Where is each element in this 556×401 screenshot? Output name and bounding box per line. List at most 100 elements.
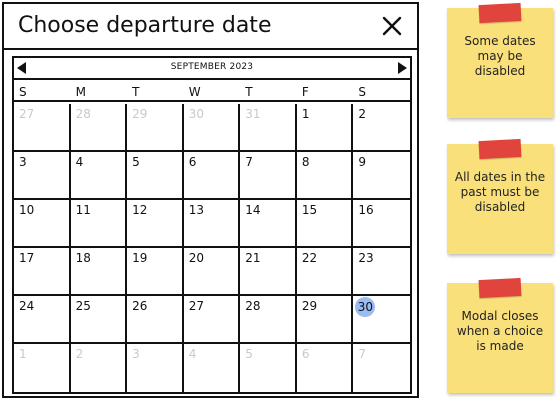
day-cell[interactable]: 14 <box>240 200 297 248</box>
day-cell[interactable]: 22 <box>296 248 354 296</box>
day-cell-disabled: 30 <box>183 104 241 152</box>
day-number: 20 <box>188 251 204 265</box>
day-cell[interactable]: 15 <box>296 200 354 248</box>
day-number: 12 <box>132 203 148 217</box>
day-number: 27 <box>188 299 204 313</box>
day-cell[interactable]: 7 <box>240 152 297 200</box>
day-cell-selected[interactable]: 30 <box>353 296 410 344</box>
weekday-label: S <box>358 85 367 99</box>
day-number: 31 <box>245 107 261 121</box>
day-number: 22 <box>301 251 318 265</box>
day-number: 30 <box>188 107 204 121</box>
day-cell-disabled: 6 <box>297 344 354 392</box>
day-number: 3 <box>132 347 140 361</box>
day-cell[interactable]: 23 <box>353 248 410 296</box>
day-number: 27 <box>19 107 35 121</box>
tape-decoration <box>478 2 522 24</box>
day-number: 26 <box>132 299 148 313</box>
day-cell[interactable]: 18 <box>70 248 128 296</box>
day-cell[interactable]: 26 <box>127 296 184 344</box>
calendar-nav: SEPTEMBER 2023 <box>14 58 410 80</box>
day-number: 4 <box>75 155 84 169</box>
note-text: Some dates may be disabled <box>464 34 536 78</box>
day-cell-disabled: 5 <box>240 344 297 392</box>
day-cell[interactable]: 19 <box>127 248 184 296</box>
day-cell-disabled: 4 <box>184 344 241 392</box>
day-cell-disabled: 1 <box>14 344 71 392</box>
day-cell[interactable]: 27 <box>183 296 241 344</box>
day-cell-disabled: 29 <box>127 104 184 152</box>
weekday-label: F <box>301 85 309 99</box>
day-cell-disabled: 31 <box>240 104 297 152</box>
day-number: 23 <box>358 251 374 265</box>
weekday-header: S M T W T F S <box>14 82 410 102</box>
day-cell[interactable]: 28 <box>240 296 297 344</box>
day-number: 6 <box>188 155 197 169</box>
day-cell[interactable]: 29 <box>296 296 354 344</box>
day-number: 9 <box>358 155 367 169</box>
triangle-right-icon[interactable] <box>398 62 407 74</box>
day-number: 7 <box>245 155 253 169</box>
day-cell[interactable]: 3 <box>14 152 71 200</box>
month-label: SEPTEMBER 2023 <box>170 62 254 72</box>
sticky-note: Modal closes when a choice is made <box>447 277 553 393</box>
day-number: 15 <box>301 203 318 217</box>
day-number: 11 <box>75 203 91 217</box>
day-number: 24 <box>19 299 35 313</box>
day-number: 28 <box>245 299 261 313</box>
day-cell[interactable]: 12 <box>127 200 184 248</box>
day-number: 18 <box>75 251 91 265</box>
day-cell-disabled: 27 <box>14 104 71 152</box>
day-number: 5 <box>245 347 253 361</box>
day-cell[interactable]: 13 <box>183 200 241 248</box>
day-number: 10 <box>19 203 35 217</box>
day-number: 29 <box>301 299 318 313</box>
day-cell[interactable]: 5 <box>127 152 184 200</box>
modal-title: Choose departure date <box>18 13 272 38</box>
sticky-note: Some dates may be disabled <box>447 2 553 118</box>
day-number: 17 <box>19 251 35 265</box>
day-number: 2 <box>75 347 84 361</box>
day-number: 16 <box>358 203 374 217</box>
modal-header: Choose departure date <box>4 4 417 50</box>
day-number: 1 <box>301 107 310 121</box>
tape-decoration <box>478 138 522 160</box>
day-cell[interactable]: 6 <box>183 152 241 200</box>
day-number: 6 <box>301 347 310 361</box>
day-cell[interactable]: 8 <box>296 152 354 200</box>
day-cell[interactable]: 1 <box>296 104 354 152</box>
day-cell[interactable]: 10 <box>14 200 71 248</box>
close-icon[interactable] <box>381 15 403 37</box>
day-cell-disabled: 28 <box>70 104 128 152</box>
weekday-label: S <box>19 85 27 99</box>
day-number: 7 <box>358 347 367 361</box>
day-number: 30 <box>355 297 376 317</box>
day-cell-disabled: 7 <box>353 344 410 392</box>
date-picker-modal: Choose departure date SEPTEMBER 2023 S M… <box>2 2 419 398</box>
day-cell[interactable]: 25 <box>70 296 128 344</box>
day-cell-disabled: 3 <box>127 344 184 392</box>
day-number: 29 <box>132 107 148 121</box>
sticky-note: All dates in the past must be disabled <box>447 138 553 254</box>
day-number: 1 <box>19 347 27 361</box>
day-cell[interactable]: 17 <box>14 248 71 296</box>
day-number: 19 <box>132 251 148 265</box>
day-cell[interactable]: 20 <box>183 248 241 296</box>
weekday-label: T <box>132 85 140 99</box>
day-number: 28 <box>75 107 91 121</box>
day-cell[interactable]: 24 <box>14 296 71 344</box>
day-cell[interactable]: 4 <box>70 152 128 200</box>
day-cell[interactable]: 2 <box>353 104 410 152</box>
day-cell[interactable]: 16 <box>353 200 410 248</box>
day-cell[interactable]: 11 <box>70 200 128 248</box>
day-number: 14 <box>245 203 261 217</box>
day-number: 5 <box>132 155 140 169</box>
weekday-label: M <box>75 85 86 99</box>
calendar: SEPTEMBER 2023 S M T W T F S 27 28 29 30 31 1… <box>12 56 412 394</box>
day-cell[interactable]: 9 <box>353 152 410 200</box>
day-cell[interactable]: 21 <box>240 248 297 296</box>
day-number: 8 <box>301 155 310 169</box>
tape-decoration <box>478 277 522 299</box>
note-text: All dates in the past must be disabled <box>454 170 546 214</box>
weekday-label: T <box>245 85 253 99</box>
